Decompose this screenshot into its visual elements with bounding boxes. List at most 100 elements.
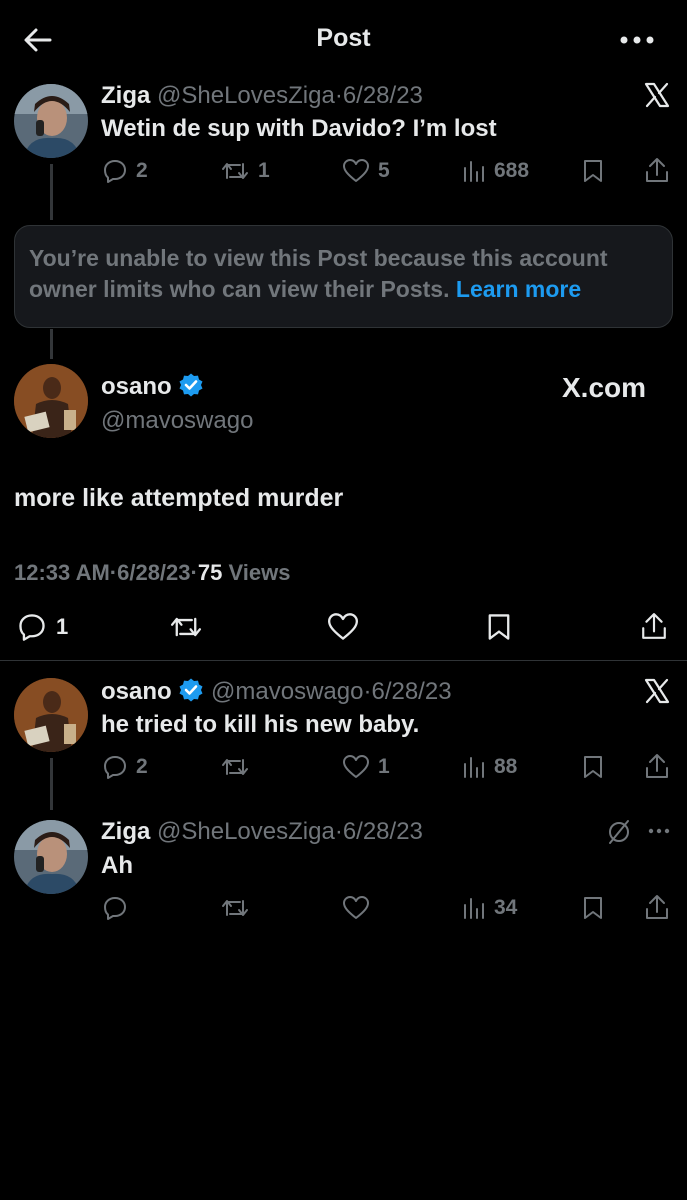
- bookmark-icon: [584, 897, 602, 919]
- bookmark-button[interactable]: [582, 754, 604, 780]
- reply-icon: [104, 897, 126, 920]
- bookmark-icon: [584, 160, 602, 182]
- bookmark-button[interactable]: [582, 895, 604, 921]
- share-icon: [646, 754, 668, 778]
- unavailable-post-notice: You’re unable to view this Post because …: [14, 225, 673, 328]
- author-name[interactable]: osano: [101, 373, 172, 400]
- like-button[interactable]: [342, 895, 370, 921]
- repost-button[interactable]: [220, 754, 250, 780]
- bookmark-icon: [488, 614, 510, 640]
- like-button[interactable]: 5: [342, 158, 390, 184]
- post-date[interactable]: 6/28/23: [117, 560, 190, 585]
- share-button[interactable]: [644, 156, 670, 184]
- views-button[interactable]: 34: [462, 895, 517, 921]
- share-icon: [646, 895, 668, 919]
- xcom-label: X.com: [562, 372, 647, 403]
- author-block: osano @mavoswago: [101, 372, 253, 435]
- reply-icon: [19, 614, 45, 641]
- repost-icon: [170, 617, 201, 637]
- thread-line: [50, 164, 53, 220]
- thread-line: [50, 758, 53, 810]
- views-button[interactable]: 88: [462, 754, 517, 780]
- views-label[interactable]: Views: [228, 560, 290, 585]
- views-count: 75: [197, 560, 223, 585]
- avatar[interactable]: [14, 820, 88, 894]
- reply-count: 2: [136, 159, 148, 182]
- post-text: Wetin de sup with Davido? I’m lost: [101, 115, 497, 142]
- author-name[interactable]: Ziga: [101, 818, 150, 845]
- author-handle[interactable]: @mavoswago: [211, 678, 363, 705]
- author-name[interactable]: osano: [101, 678, 172, 705]
- views-chart-icon: [464, 161, 484, 182]
- share-icon: [646, 158, 668, 182]
- repost-count: 1: [258, 159, 270, 182]
- like-button[interactable]: 1: [342, 754, 390, 780]
- learn-more-link[interactable]: Learn more: [456, 276, 581, 302]
- page-title: Post: [316, 24, 371, 52]
- repost-button[interactable]: [220, 895, 250, 921]
- reply-header: Ziga @SheLovesZiga·6/28/23: [101, 818, 423, 846]
- avatar[interactable]: [14, 364, 88, 438]
- more-icon: [648, 828, 670, 834]
- verified-badge-icon: [179, 678, 203, 702]
- grok-icon: [609, 820, 629, 844]
- reply-icon: [104, 160, 126, 183]
- share-icon: [642, 613, 666, 639]
- share-button[interactable]: [644, 752, 670, 780]
- post-text: Ah: [101, 852, 133, 879]
- separator-dot: ·: [334, 82, 343, 109]
- views-count: 88: [494, 755, 518, 778]
- author-handle[interactable]: @SheLovesZiga: [157, 818, 335, 845]
- post-date[interactable]: 6/28/23: [343, 82, 423, 109]
- divider: [0, 660, 687, 661]
- post-date[interactable]: 6/28/23: [343, 818, 423, 845]
- repost-icon: [222, 900, 248, 916]
- reply-button[interactable]: [102, 895, 128, 921]
- author-handle[interactable]: @SheLovesZiga: [157, 82, 335, 109]
- reply-button[interactable]: 1: [16, 612, 68, 642]
- thread-line: [50, 329, 53, 359]
- bookmark-button[interactable]: [486, 612, 512, 642]
- views-button[interactable]: 688: [462, 158, 529, 184]
- views-count: 688: [494, 159, 530, 182]
- more-options-button[interactable]: [620, 36, 654, 44]
- post-meta: 12:33 AM·6/28/23·75 Views: [14, 560, 290, 586]
- reply-header: Ziga @SheLovesZiga·6/28/23: [101, 82, 423, 110]
- avatar[interactable]: [14, 678, 88, 752]
- like-count: 1: [378, 755, 390, 778]
- like-button[interactable]: [326, 612, 360, 642]
- more-options-button[interactable]: [648, 828, 670, 834]
- x-logo-icon: [644, 678, 670, 704]
- views-chart-icon: [464, 757, 484, 778]
- heart-icon: [343, 159, 369, 182]
- heart-icon: [343, 896, 369, 919]
- separator-dot: ·: [334, 818, 343, 845]
- bookmark-icon: [584, 756, 602, 778]
- author-name[interactable]: Ziga: [101, 82, 150, 109]
- separator-dot: ·: [190, 560, 198, 585]
- repost-button[interactable]: [168, 612, 204, 642]
- grok-button[interactable]: [606, 819, 632, 845]
- share-button[interactable]: [640, 610, 668, 642]
- post-text: he tried to kill his new baby.: [101, 711, 420, 738]
- verified-badge-icon: [179, 373, 203, 397]
- reply-header: osano @mavoswago·6/28/23: [101, 677, 452, 706]
- reply-button[interactable]: 2: [102, 158, 148, 184]
- post-date[interactable]: 6/28/23: [371, 678, 451, 705]
- repost-icon: [222, 759, 248, 775]
- repost-button[interactable]: 1: [220, 158, 270, 184]
- bookmark-button[interactable]: [582, 158, 604, 184]
- reply-icon: [104, 756, 126, 779]
- views-count: 34: [494, 896, 518, 919]
- post-time[interactable]: 12:33 AM: [14, 560, 110, 585]
- more-icon: [620, 36, 654, 44]
- post-text: more like attempted murder: [14, 484, 344, 512]
- heart-icon: [328, 613, 358, 640]
- reply-count: 1: [56, 614, 69, 639]
- views-chart-icon: [464, 898, 484, 919]
- reply-button[interactable]: 2: [102, 754, 148, 780]
- like-count: 5: [378, 159, 390, 182]
- avatar[interactable]: [14, 84, 88, 158]
- share-button[interactable]: [644, 893, 670, 921]
- author-handle[interactable]: @mavoswago: [101, 407, 253, 435]
